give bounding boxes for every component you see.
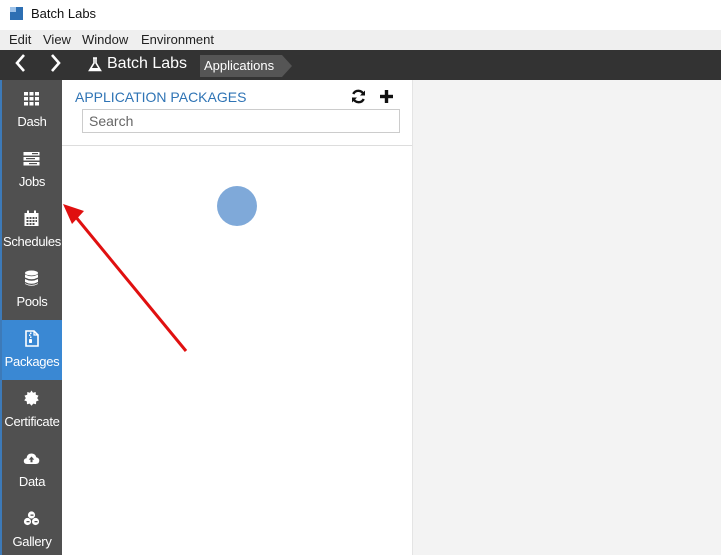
breadcrumb-applications[interactable]: Applications xyxy=(200,55,293,77)
sidebar-item-gallery[interactable]: Gallery xyxy=(2,500,62,560)
sidebar-item-pools[interactable]: Pools xyxy=(2,260,62,320)
sidebar-item-dash[interactable]: Dash xyxy=(2,80,62,140)
sidebar-item-certificate[interactable]: Certificate xyxy=(2,380,62,440)
add-package-button[interactable] xyxy=(378,88,395,105)
sidebar-item-jobs[interactable]: Jobs xyxy=(2,140,62,200)
brand-home-link[interactable]: Batch Labs xyxy=(88,55,187,73)
details-area xyxy=(413,80,721,555)
refresh-icon xyxy=(352,89,365,104)
database-icon xyxy=(25,270,38,286)
sidebar-item-schedules[interactable]: Schedules xyxy=(2,200,62,260)
sidebar-item-label: Schedules xyxy=(2,234,61,249)
application-packages-panel: APPLICATION PACKAGES xyxy=(62,80,413,555)
sidebar-item-packages[interactable]: Packages xyxy=(2,320,62,380)
sidebar-item-label: Certificate xyxy=(4,414,60,429)
sidebar-item-label: Data xyxy=(18,474,46,489)
window-titlebar: Batch Labs xyxy=(0,0,721,30)
refresh-button[interactable] xyxy=(350,88,367,105)
menu-view[interactable]: View xyxy=(43,32,71,47)
menu-window[interactable]: Window xyxy=(82,32,128,47)
top-navigation: Batch Labs Applications xyxy=(0,50,721,80)
flask-icon xyxy=(88,56,102,71)
menu-edit[interactable]: Edit xyxy=(9,32,31,47)
certificate-icon xyxy=(24,390,39,406)
sidebar-item-label: Jobs xyxy=(18,174,46,189)
chevron-right-icon xyxy=(51,54,61,72)
brand-name: Batch Labs xyxy=(107,55,188,72)
cloud-upload-icon xyxy=(23,453,40,464)
sidebar-item-label: Pools xyxy=(16,294,48,309)
loading-spinner xyxy=(217,186,257,226)
plus-icon xyxy=(380,90,393,103)
sidebar-item-label: Gallery xyxy=(12,534,52,549)
window-title: Batch Labs xyxy=(31,6,97,21)
panel-title: APPLICATION PACKAGES xyxy=(75,89,247,105)
sidebar-item-label: Dash xyxy=(17,114,47,129)
app-window-icon xyxy=(10,7,23,20)
dashboard-grid-icon xyxy=(24,92,39,106)
menu-bar: Edit View Window Environment xyxy=(0,30,721,50)
sidebar-item-label: Packages xyxy=(4,354,60,369)
forward-button[interactable] xyxy=(50,53,62,78)
panel-divider xyxy=(62,145,412,146)
cubes-icon xyxy=(23,511,40,526)
back-button[interactable] xyxy=(14,53,26,78)
sidebar-item-data[interactable]: Data xyxy=(2,440,62,500)
tasks-list-icon xyxy=(23,152,40,166)
file-archive-icon xyxy=(25,330,39,347)
menu-environment[interactable]: Environment xyxy=(141,32,214,47)
calendar-icon xyxy=(24,210,39,226)
search-input[interactable] xyxy=(82,109,400,133)
sidebar: Dash Jobs Schedules Pools Packages Certi… xyxy=(2,80,62,555)
chevron-left-icon xyxy=(15,54,25,72)
